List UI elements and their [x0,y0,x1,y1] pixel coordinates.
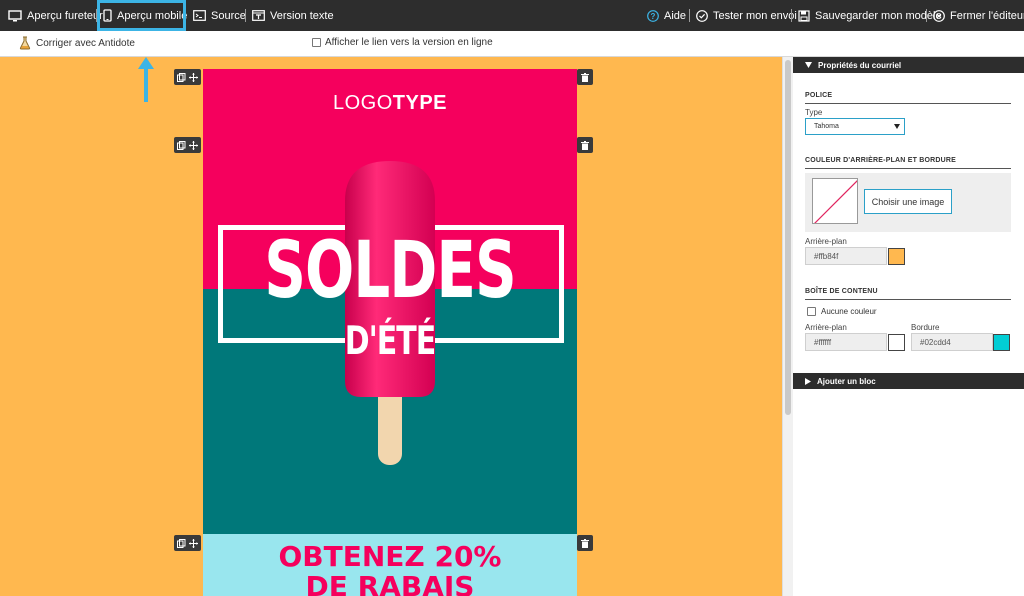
content-bg-swatch[interactable] [888,334,905,351]
choose-image-button[interactable]: Choisir une image [864,189,952,214]
close-editor-label: Fermer l'éditeur [950,9,1024,22]
show-online-link-label: Afficher le lien vers la version en lign… [325,37,493,48]
no-color-option[interactable]: Aucune couleur [807,307,877,316]
block-tools-logo [174,69,201,85]
background-image-box: Choisir une image [805,173,1011,232]
font-type-select[interactable]: Tahoma [805,118,905,135]
hero-title-line1: SOLDES [264,224,517,317]
move-icon[interactable] [189,72,198,82]
test-send-button[interactable]: Tester mon envoi [696,0,797,31]
trash-icon [581,538,589,548]
save-icon [798,9,810,22]
font-type-value: Tahoma [814,123,839,130]
font-section-title: POLICE [805,92,1011,104]
flask-icon [19,36,31,50]
background-image-preview [812,178,858,224]
browser-preview-button[interactable]: Aperçu fureteur [8,0,103,31]
background-color-label: Arrière-plan [805,237,847,246]
toolbar-divider [689,9,690,22]
canvas-scrollbar-thumb[interactable] [785,60,791,415]
content-box-section-title: BOÎTE DE CONTENU [805,288,1011,300]
move-icon[interactable] [189,538,198,548]
logo-bold-text: TYPE [392,91,448,114]
caret-down-icon [894,124,900,129]
close-circle-icon [933,9,945,22]
copy-icon[interactable] [177,140,186,150]
source-button[interactable]: Source [193,0,246,31]
check-circle-icon [696,9,708,22]
hero-image-block[interactable]: SOLDES D'ÉTÉ [203,137,577,534]
background-color-input[interactable]: #ffb84f [805,247,887,265]
logo-block[interactable]: LOGO TYPE [203,69,577,137]
trash-icon [581,140,589,150]
save-template-label: Sauvegarder mon modèle [815,9,942,22]
border-color-input[interactable]: #02cdd4 [911,333,993,351]
content-bg-input[interactable]: #ffffff [805,333,887,351]
code-window-icon [193,10,206,21]
no-color-label: Aucune couleur [821,307,877,316]
show-online-link-checkbox[interactable] [312,38,321,47]
monitor-icon [8,9,22,21]
delete-block-button[interactable] [577,137,593,153]
delete-block-button[interactable] [577,535,593,551]
background-color-swatch[interactable] [888,248,905,265]
background-section-title: COULEUR D'ARRIÈRE-PLAN ET BORDURE [805,157,1011,169]
browser-preview-label: Aperçu fureteur [27,9,103,22]
trash-icon [581,72,589,82]
help-label: Aide [664,9,687,22]
move-icon[interactable] [189,140,198,150]
no-image-icon [814,180,857,223]
close-editor-button[interactable]: Fermer l'éditeur [933,0,1024,31]
promo-text-block[interactable]: OBTENEZ 20% DE RABAIS [203,534,577,596]
svg-text:?: ? [651,12,656,21]
help-icon: ? [647,9,659,22]
properties-panel-header[interactable]: Propriétés du courriel [793,57,1024,73]
mobile-preview-label: Aperçu mobile [117,9,188,22]
properties-panel-title: Propriétés du courriel [818,60,902,70]
delete-block-button[interactable] [577,69,593,85]
canvas-scrollbar[interactable] [782,57,793,596]
source-label: Source [211,9,246,22]
caret-down-icon [805,62,812,68]
add-block-title: Ajouter un bloc [817,376,876,386]
promo-line2: DE RABAIS [305,570,475,596]
border-color-swatch[interactable] [993,334,1010,351]
add-block-header[interactable]: Ajouter un bloc [793,373,1024,389]
save-template-button[interactable]: Sauvegarder mon modèle [798,0,942,31]
copy-icon[interactable] [177,538,186,548]
secondary-toolbar: Corriger avec Antidote Afficher le lien … [0,31,1024,57]
toolbar-divider [791,9,792,22]
content-bg-label: Arrière-plan [805,323,847,332]
block-tools-promo [174,535,201,551]
block-tools-hero [174,137,201,153]
logo-light-text: LOGO [332,91,393,114]
antidote-label: Corriger avec Antidote [36,37,135,49]
font-type-label: Type [805,108,823,117]
text-window-icon [252,10,265,21]
mobile-preview-button[interactable]: Aperçu mobile [97,0,188,31]
email-canvas: LOGO TYPE SOLDES D'ÉTÉ OBTENEZ 20% DE RA… [0,57,782,596]
toolbar-divider [926,9,927,22]
border-color-label: Bordure [911,323,940,332]
antidote-button[interactable]: Corriger avec Antidote [19,36,135,50]
no-color-checkbox[interactable] [807,307,816,316]
text-version-button[interactable]: Version texte [252,0,334,31]
promo-line1: OBTENEZ 20% [278,540,502,573]
show-online-link-option[interactable]: Afficher le lien vers la version en lign… [312,37,493,48]
mobile-icon [103,9,112,22]
caret-right-icon [805,377,811,385]
hero-title-line2: D'ÉTÉ [344,319,437,365]
toolbar-divider [245,9,246,22]
text-version-label: Version texte [270,9,334,22]
annotation-arrow-icon [138,57,154,102]
email-content: LOGO TYPE SOLDES D'ÉTÉ OBTENEZ 20% DE RA… [203,69,577,596]
copy-icon[interactable] [177,72,186,82]
help-button[interactable]: ? Aide [647,0,686,31]
top-toolbar: Aperçu fureteur Aperçu mobile Source Ver… [0,0,1024,31]
test-send-label: Tester mon envoi [713,9,797,22]
properties-panel: Propriétés du courriel POLICE Type Tahom… [793,57,1024,596]
